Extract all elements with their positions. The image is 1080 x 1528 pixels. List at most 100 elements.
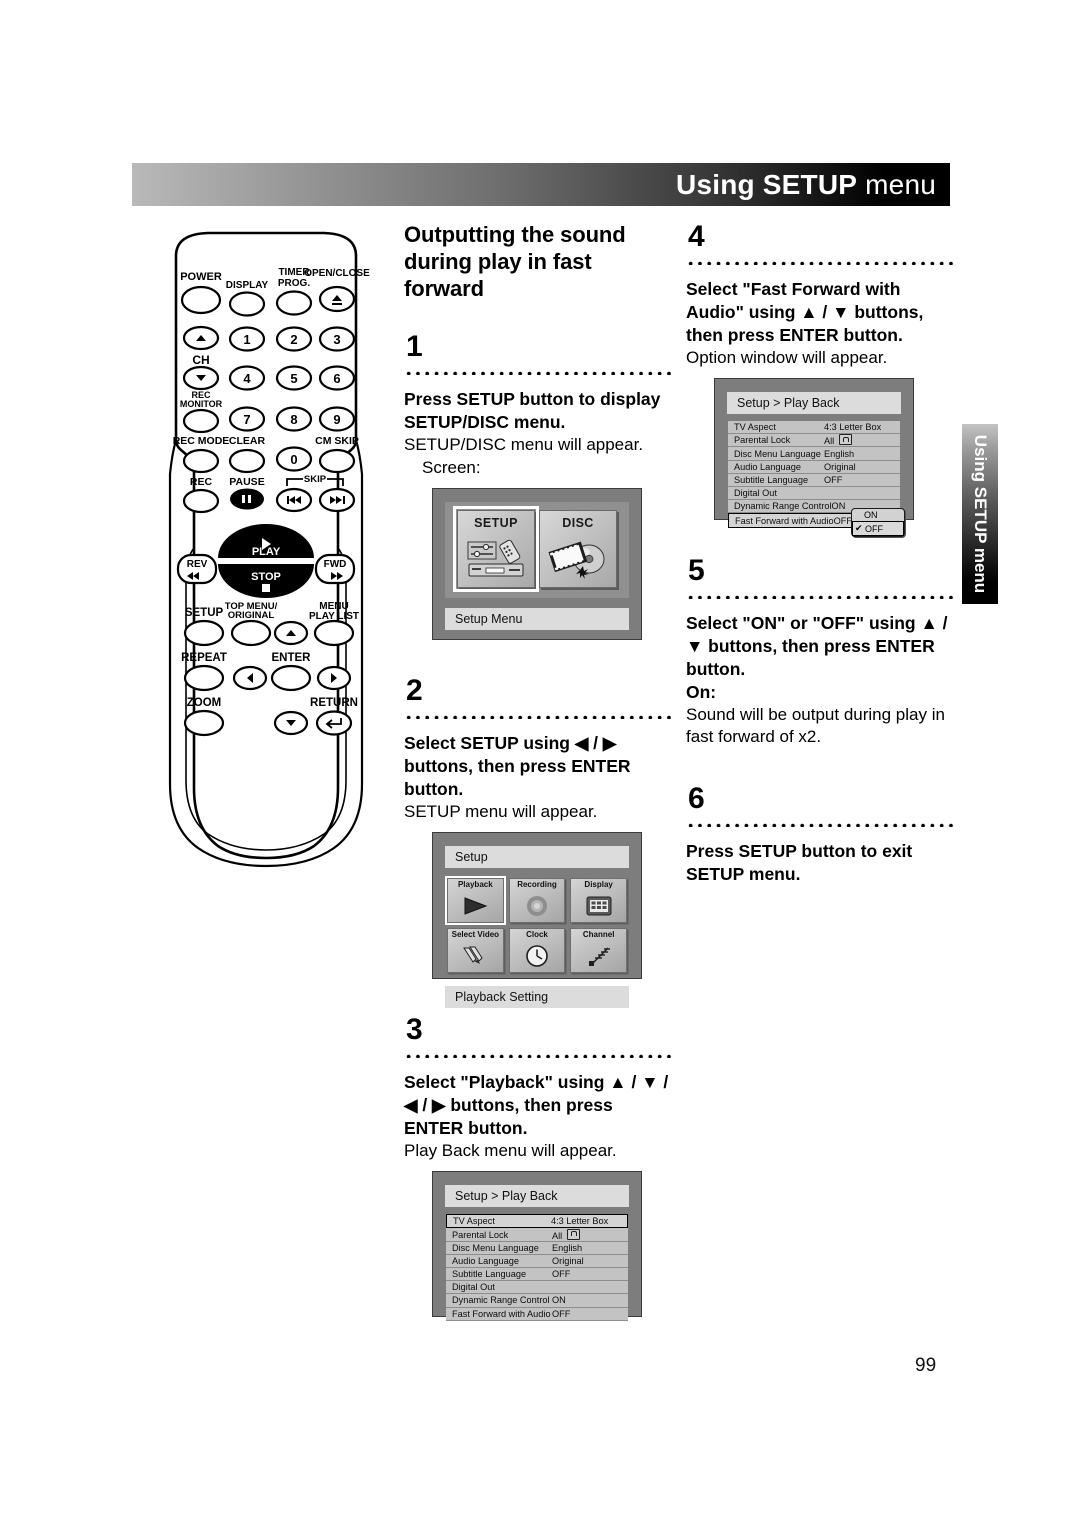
play-back-list: TV Aspect 4:3 Letter Box Parental Lock A… [445,1213,629,1321]
svg-text:SETUP: SETUP [185,607,224,619]
row-label: TV Aspect [453,1216,495,1227]
option-row-subtitle-language[interactable]: Subtitle Language OFF [728,473,900,487]
play-back-row-dynamic-range-control[interactable]: Dynamic Range Control ON [446,1294,628,1308]
row-value: English [824,448,855,459]
setup-tile[interactable]: SETUP [453,506,539,593]
row-label: Subtitle Language [734,474,809,485]
setup-cell-clock[interactable]: Clock [508,927,566,973]
row-value-text: All [824,436,835,447]
play-back-row-tv-aspect[interactable]: TV Aspect 4:3 Letter Box [446,1213,628,1229]
step-5-note: Sound will be output during play in fast… [686,704,945,746]
disc-tile[interactable]: DISC [539,510,617,589]
row-value: OFF [552,1269,571,1280]
step-3-divider [404,1047,672,1058]
svg-text:CH: CH [192,353,209,367]
play-back-title: Setup > Play Back [445,1184,629,1207]
option-item-on[interactable]: ON [852,509,904,522]
row-label: Digital Out [734,488,777,499]
setup-cell-playback-label: Playback [457,879,493,889]
svg-text:1: 1 [243,332,250,347]
setup-disc-caption: Setup Menu [445,607,629,630]
clock-icon [524,939,550,972]
row-label: Fast Forward with Audio [452,1308,551,1319]
row-label: Audio Language [734,461,801,472]
play-back-row-parental-lock[interactable]: Parental Lock All [446,1228,628,1242]
page-header-title-light: menu [857,168,936,200]
step-2-note: SETUP menu will appear. [404,801,598,821]
step-1-note: SETUP/DISC menu will appear. [404,435,644,455]
setup-cell-playback[interactable]: Playback [445,875,506,925]
row-value: 4:3 Letter Box [551,1216,609,1227]
setup-cell-select-video[interactable]: Select Video [447,927,504,973]
setup-cell-channel[interactable]: Channel [570,927,627,973]
svg-text:8: 8 [290,412,297,427]
setup-cell-recording[interactable]: Recording [508,877,566,923]
row-value: ON [552,1295,566,1306]
setup-menu-title: Setup [445,845,629,868]
row-value: All [824,434,896,446]
step-5-subheading: On: [686,681,717,702]
option-item-off-label: OFF [865,523,883,534]
row-label: Disc Menu Language [734,448,821,459]
step-1-screen-label: Screen: [422,457,481,477]
play-back-row-disc-menu-language[interactable]: Disc Menu Language English [446,1241,628,1255]
option-row-disc-menu-language[interactable]: Disc Menu Language English [728,447,900,461]
play-back-row-digital-out[interactable]: Digital Out [446,1281,628,1295]
option-row-fast-forward-with-audio[interactable]: Fast Forward with Audio OFF ON ✔ OFF [728,507,905,537]
screen-play-back: Setup > Play Back TV Aspect 4:3 Letter B… [432,1170,642,1321]
row-label: Subtitle Language [452,1269,527,1280]
svg-text:STOP: STOP [251,571,281,583]
option-row-digital-out[interactable]: Digital Out [728,486,900,501]
option-row-audio-language[interactable]: Audio Language Original [728,460,900,474]
svg-text:CM SKIP: CM SKIP [315,435,359,447]
disc-tile-label: DISC [562,516,594,531]
setup-cell-recording-label: Recording [517,879,557,889]
svg-text:RETURN: RETURN [310,697,358,709]
svg-text:2: 2 [290,332,297,347]
svg-text:0: 0 [290,452,297,467]
screen-setup-menu: Setup Playback Recording Display Select … [432,831,642,1008]
svg-text:DISPLAY: DISPLAY [226,280,269,291]
step-5-divider [686,589,954,600]
svg-text:ZOOM: ZOOM [187,697,222,709]
option-item-off[interactable]: ✔ OFF [852,521,904,536]
screen-play-back-option: Setup > Play Back TV Aspect 4:3 Letter B… [714,378,914,537]
play-back-row-subtitle-language[interactable]: Subtitle Language OFF [446,1267,628,1282]
play-back-option-title: Setup > Play Back [727,392,901,415]
row-label: Digital Out [452,1282,495,1293]
svg-text:ENTER: ENTER [272,652,312,664]
section-title: Outputting the sound during play in fast… [404,222,626,301]
row-label: Parental Lock [452,1229,509,1240]
svg-text:PAUSE: PAUSE [229,476,264,488]
row-value-text: All [552,1230,563,1241]
setup-cell-clock-label: Clock [526,929,548,939]
svg-text:ORIGINAL: ORIGINAL [228,610,275,621]
svg-text:PROG.: PROG. [278,278,310,289]
remote-control-illustration: POWER DISPLAY TIMER PROG. OPEN/CLOSE 1 2… [168,231,370,868]
setup-menu-grid: Playback Recording Display Select Video … [445,875,629,976]
step-2-divider [404,708,672,719]
row-label: Parental Lock [734,435,791,446]
record-circle-icon [524,889,550,922]
row-value: OFF [824,474,843,485]
remote-control-figure: POWER DISPLAY TIMER PROG. OPEN/CLOSE 1 2… [146,228,386,888]
monitor-icon [584,889,614,922]
option-popup[interactable]: ON ✔ OFF [851,507,905,537]
play-back-row-audio-language[interactable]: Audio Language Original [446,1254,628,1268]
play-back-row-fast-forward-with-audio[interactable]: Fast Forward with Audio OFF [446,1307,628,1321]
svg-text:PLAY: PLAY [252,546,281,558]
step-3-note: Play Back menu will appear. [404,1140,617,1160]
option-row-tv-aspect[interactable]: TV Aspect 4:3 Letter Box [728,421,900,435]
svg-text:REC MODE: REC MODE [173,435,230,447]
svg-text:REC: REC [190,476,213,488]
svg-text:5: 5 [290,371,297,386]
option-row-parental-lock[interactable]: Parental Lock All [728,434,900,448]
svg-text:SKIP: SKIP [304,474,327,485]
chapter-side-tab-label: Using SETUP menu [971,434,991,594]
setup-tile-label: SETUP [474,516,518,531]
step-1-number: 1 [406,330,423,364]
setup-cell-display[interactable]: Display [570,877,627,923]
svg-text:9: 9 [333,412,340,427]
step-2-instruction: Select SETUP using ◀ / ▶ buttons, then p… [404,732,631,799]
row-value: English [552,1242,583,1253]
